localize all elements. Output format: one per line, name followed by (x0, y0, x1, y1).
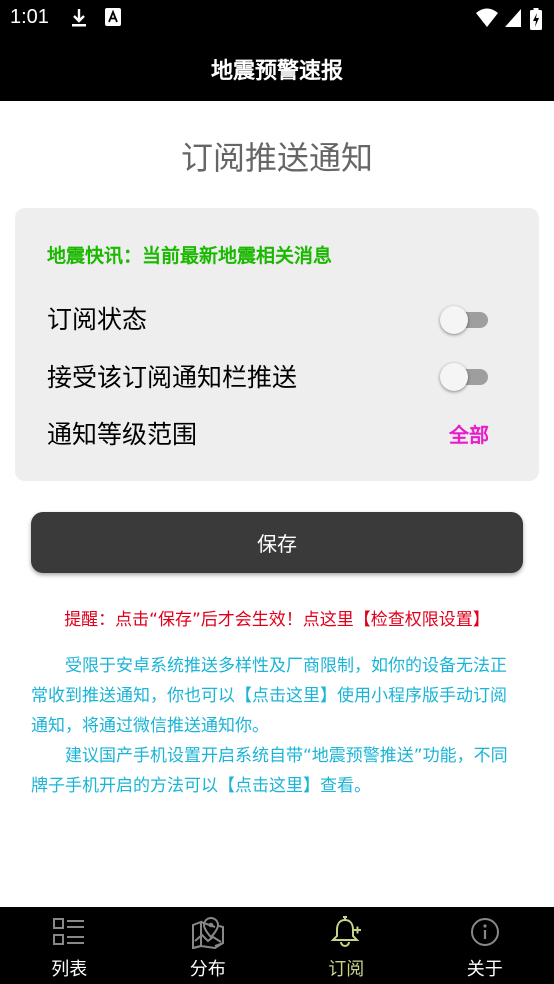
notification-level-selector[interactable]: 全部 (449, 419, 489, 448)
bell-icon (330, 916, 362, 947)
info-text: 受限于安卓系统推送多样性及厂商限制，如你的设备无法正常收到推送通知，你也可以【点… (31, 651, 523, 801)
map-icon (191, 916, 224, 949)
info-icon (470, 918, 499, 946)
app-title: 地震预警速报 (210, 58, 343, 84)
notification-level-label: 通知等级范围 (47, 420, 198, 449)
app-notification-icon (105, 8, 121, 26)
save-button[interactable]: 保存 (31, 512, 523, 573)
status-bar: 1:01 (0, 0, 554, 36)
toggle-thumb (440, 306, 468, 334)
nav-item-map[interactable]: 分布 (139, 907, 278, 984)
nav-label-list: 列表 (51, 959, 88, 980)
subscription-status-toggle[interactable] (440, 306, 488, 334)
subscription-status-label: 订阅状态 (47, 305, 148, 334)
nav-item-list[interactable]: 列表 (0, 907, 139, 984)
card-subtitle: 地震快讯：当前最新地震相关消息 (47, 245, 333, 267)
nav-label-map: 分布 (189, 959, 226, 980)
page-title: 订阅推送通知 (180, 139, 373, 177)
signal-icon (505, 9, 521, 27)
battery-icon (530, 8, 542, 30)
nav-item-subscribe[interactable]: 订阅 (277, 907, 416, 984)
status-time: 1:01 (10, 6, 49, 28)
nav-label-about: 关于 (466, 959, 503, 980)
wifi-icon (476, 8, 498, 27)
download-icon (72, 9, 86, 27)
list-icon (53, 918, 85, 945)
info-paragraph-2[interactable]: 建议国产手机设置开启系统自带“地震预警推送”功能，不同牌子手机开启的方法可以【点… (31, 741, 523, 801)
subscription-card: 地震快讯：当前最新地震相关消息 订阅状态 接受该订阅通知栏推送 通知等级范围 全… (15, 208, 539, 481)
notification-bar-push-label: 接受该订阅通知栏推送 (47, 363, 298, 392)
permission-settings-link[interactable]: 提醒：点击“保存”后才会生效！点这里【检查权限设置】 (0, 605, 554, 630)
app-bar: 地震预警速报 (0, 36, 554, 101)
bottom-nav: 列表 分布 订阅 关于 (0, 907, 554, 984)
nav-item-about[interactable]: 关于 (416, 907, 554, 984)
toggle-thumb (440, 363, 468, 391)
notification-bar-push-toggle[interactable] (440, 363, 488, 391)
nav-label-subscribe: 订阅 (328, 959, 365, 980)
info-paragraph-1[interactable]: 受限于安卓系统推送多样性及厂商限制，如你的设备无法正常收到推送通知，你也可以【点… (31, 651, 523, 741)
